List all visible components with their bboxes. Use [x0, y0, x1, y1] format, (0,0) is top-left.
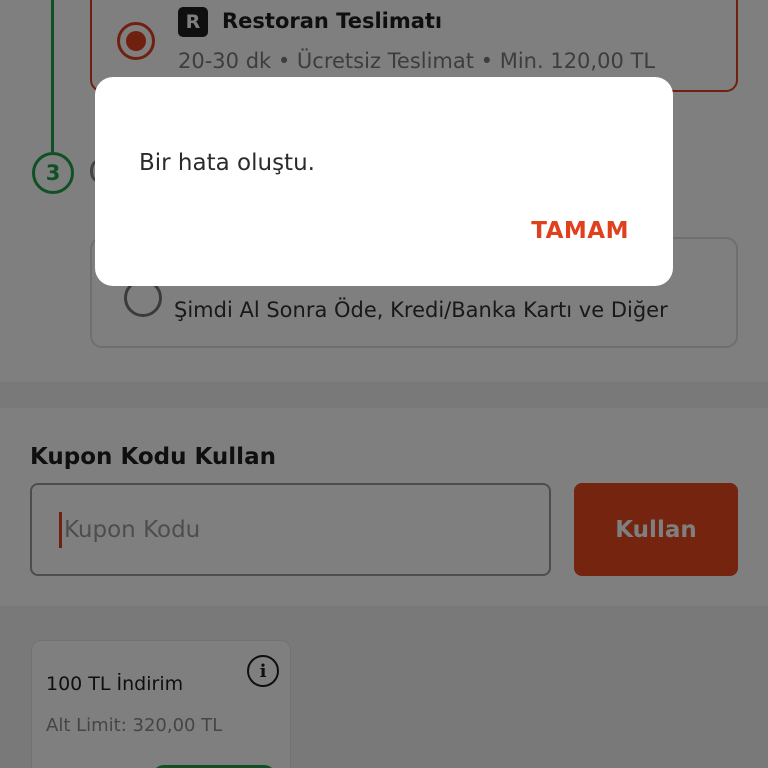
error-dialog: Bir hata oluştu. TAMAM — [95, 77, 673, 286]
checkout-page: R Restoran Teslimatı 20-30 dk • Ücretsiz… — [0, 0, 768, 768]
ok-button[interactable]: TAMAM — [525, 211, 635, 251]
error-message: Bir hata oluştu. — [139, 150, 315, 176]
